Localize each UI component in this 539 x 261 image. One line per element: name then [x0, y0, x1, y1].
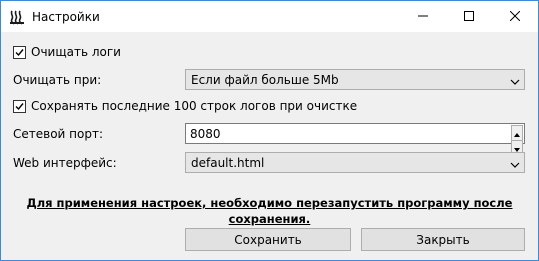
- port-increment-button[interactable]: [511, 125, 523, 141]
- network-port-field[interactable]: 8080: [185, 123, 525, 156]
- close-icon: [509, 10, 521, 24]
- clear-logs-label: Очищать логи: [31, 45, 121, 59]
- maximize-button[interactable]: [446, 1, 492, 32]
- web-ui-label: Web интерфейс:: [13, 156, 117, 170]
- network-port-value: 8080: [190, 127, 221, 141]
- title-bar[interactable]: Настройки: [1, 1, 538, 32]
- window-title: Настройки: [32, 10, 100, 24]
- close-window-button[interactable]: [492, 1, 538, 32]
- chevron-down-icon: [510, 158, 520, 168]
- clear-logs-checkbox[interactable]: [13, 45, 26, 59]
- port-stepper: [511, 125, 523, 156]
- minimize-button[interactable]: [400, 1, 446, 32]
- close-button[interactable]: Закрыть: [361, 228, 525, 251]
- network-port-label: Сетевой порт:: [13, 127, 103, 141]
- steam-icon: [9, 9, 25, 25]
- settings-panel: Очищать логи Очищать при: Если файл боль…: [1, 32, 538, 260]
- settings-window: Настройки Очищать логи Очищать при: Если…: [0, 0, 539, 261]
- clear-when-value: Если файл больше 5Mb: [191, 73, 339, 87]
- web-ui-value: default.html: [191, 156, 265, 170]
- clear-logs-option[interactable]: Очищать логи: [13, 44, 121, 60]
- keep-last-lines-option[interactable]: Сохранять последние 100 строк логов при …: [13, 98, 357, 114]
- clear-when-dropdown[interactable]: Если файл больше 5Mb: [185, 69, 525, 90]
- web-ui-dropdown[interactable]: default.html: [185, 152, 525, 173]
- chevron-down-icon: [510, 75, 520, 85]
- chevron-up-icon: [514, 126, 520, 140]
- save-button[interactable]: Сохранить: [185, 228, 351, 251]
- keep-last-lines-label: Сохранять последние 100 строк логов при …: [31, 99, 358, 113]
- maximize-icon: [464, 10, 474, 24]
- clear-when-label: Очищать при:: [13, 73, 102, 87]
- restart-notice: Для применения настроек, необходимо пере…: [26, 196, 513, 226]
- keep-last-lines-checkbox[interactable]: [13, 99, 26, 113]
- minimize-icon: [418, 10, 428, 24]
